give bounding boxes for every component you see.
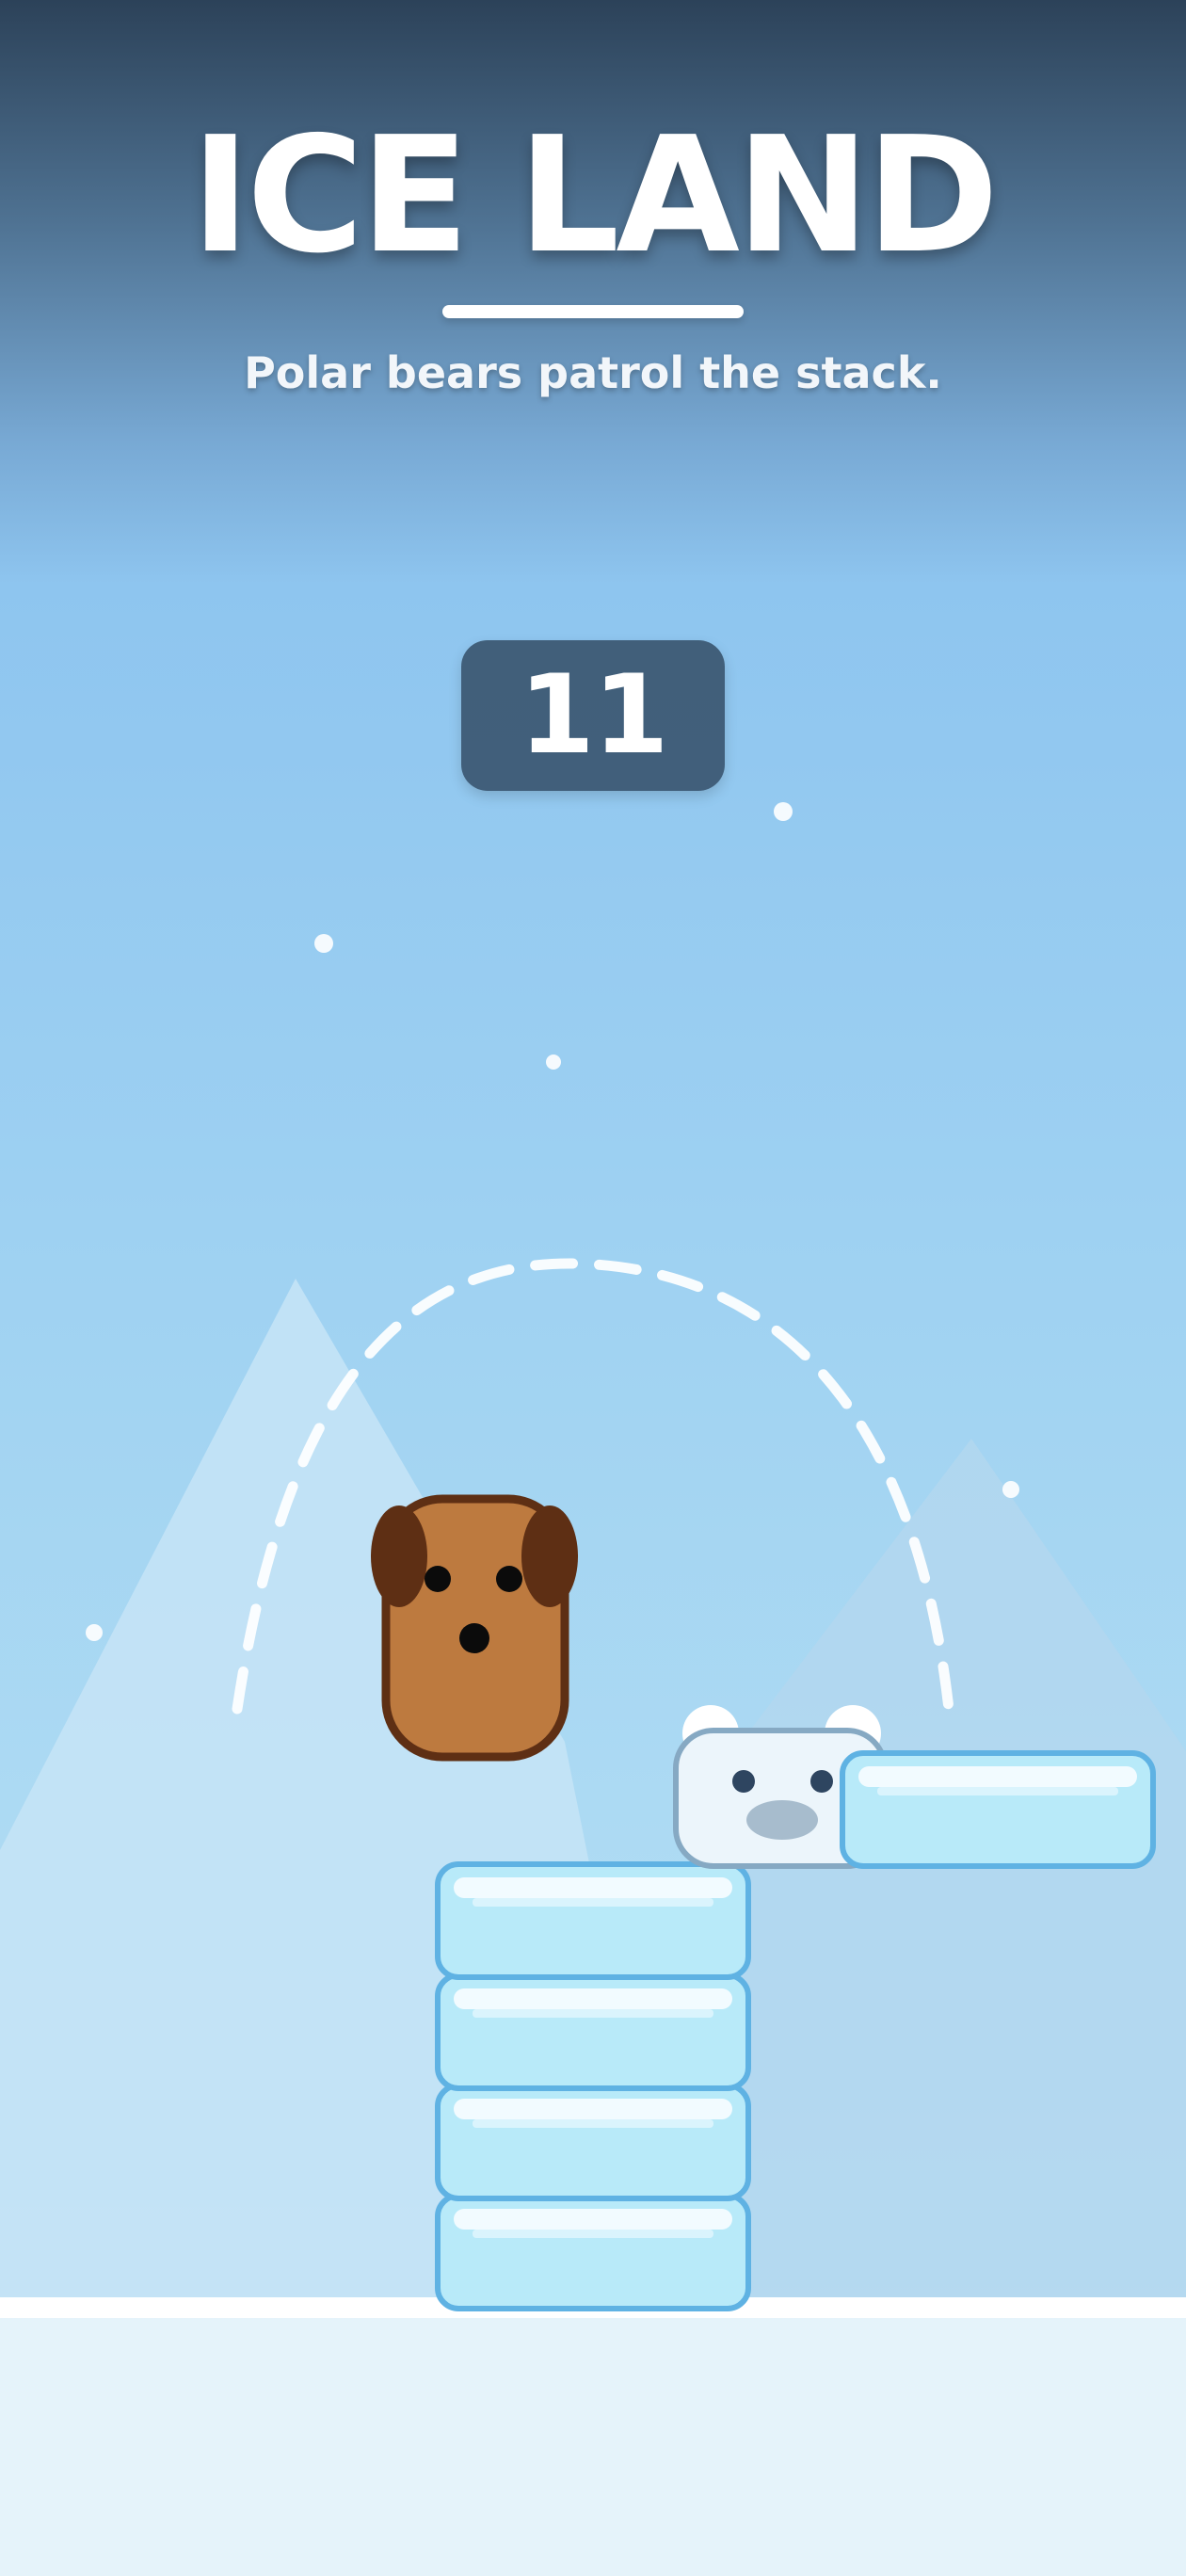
- snowflake: [774, 802, 793, 821]
- score-display: 11: [461, 640, 725, 791]
- snowflake: [1002, 1481, 1019, 1498]
- moving-ice-block: [840, 1750, 1156, 1869]
- ice-block: [435, 1861, 751, 1980]
- snowflake: [546, 1055, 561, 1070]
- mountain-back: [678, 1439, 1186, 2302]
- ice-block: [435, 1972, 751, 2091]
- snowflake: [86, 1624, 103, 1641]
- game-title: ICE LAND: [190, 103, 1000, 289]
- ice-stack: [435, 1861, 751, 2311]
- level-subtitle: Polar bears patrol the stack.: [244, 347, 942, 398]
- ice-block: [435, 2083, 751, 2201]
- title-divider: [442, 305, 744, 318]
- snowflake: [314, 934, 333, 953]
- ice-block: [435, 2193, 751, 2311]
- dog-player: [371, 1494, 578, 1762]
- game-stage[interactable]: ICE LAND Polar bears patrol the stack. 1…: [0, 0, 1186, 2576]
- ground: [0, 2318, 1186, 2576]
- score-value: 11: [519, 652, 668, 779]
